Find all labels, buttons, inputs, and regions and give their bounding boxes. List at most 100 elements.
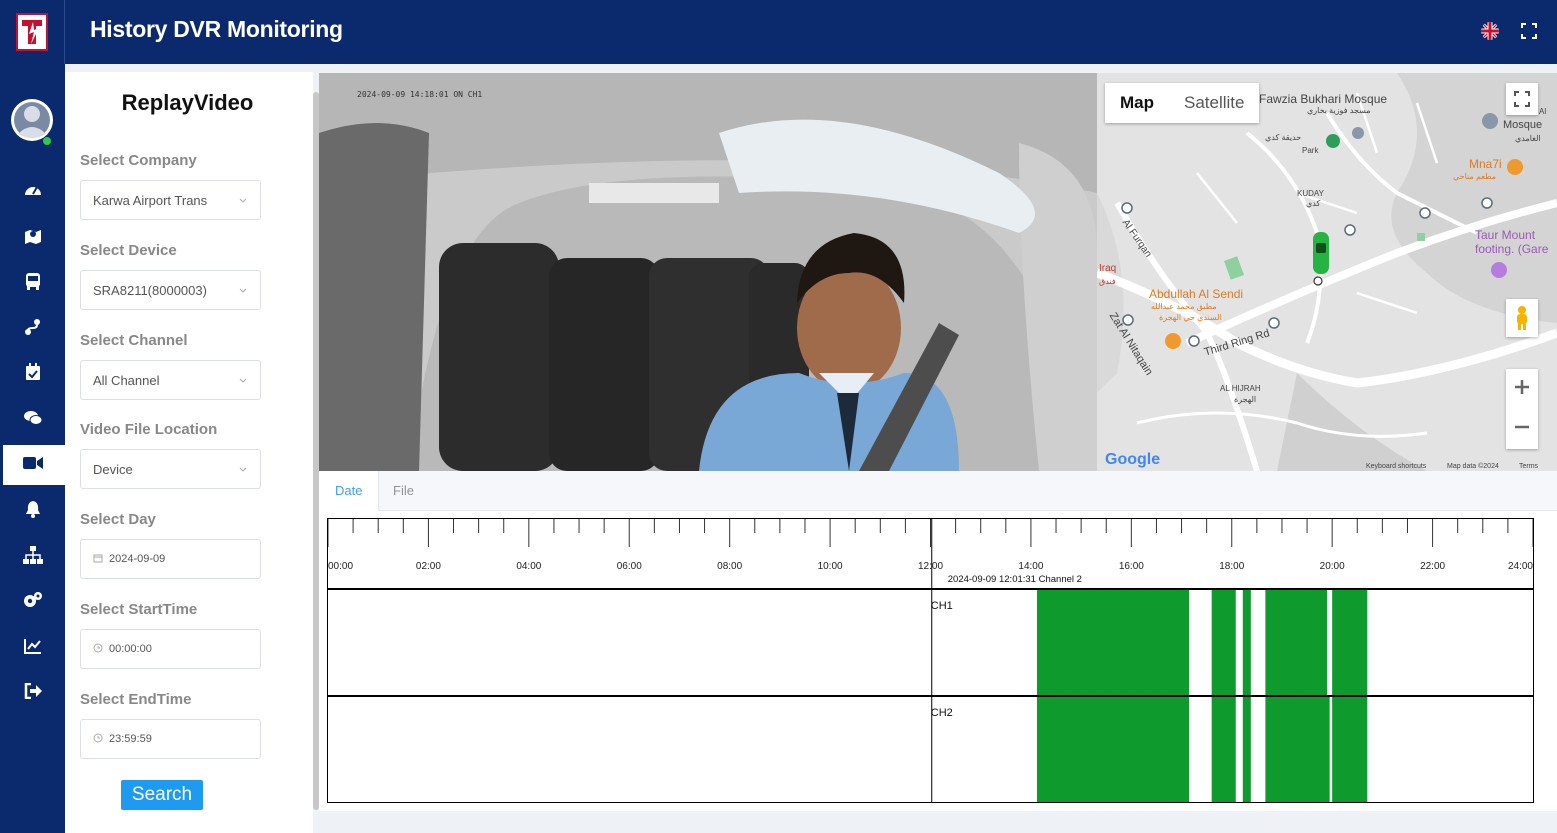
company-label: Select Company [80,152,197,169]
recording-segment-ch2 [1242,697,1251,802]
start-time-picker[interactable]: 00:00:00 [80,629,261,669]
sidebar-item-routes[interactable] [0,309,65,349]
sidebar-item-vehicles[interactable] [0,263,65,303]
timeline-tick-label: 08:00 [717,561,742,572]
map-label-abdullah-ar-2: السندي حي الهجرة [1159,313,1222,322]
recording-segment-ch2 [1211,697,1236,802]
timeline-tabs: Date File [319,471,1557,511]
uk-flag-icon[interactable] [1481,22,1499,40]
map-zoom-controls [1506,369,1538,449]
replay-filter-panel: ReplayVideo Select Company Karwa Airport… [65,72,313,833]
map-type-toggle: Map Satellite [1105,83,1260,123]
recording-segment-ch2 [1332,697,1368,802]
location-value: Device [93,461,133,477]
cogs-icon [23,591,43,614]
timeline-tick-label: 24:00 [1508,561,1533,572]
clock-icon [93,733,103,746]
chevron-down-icon [238,284,248,299]
map-label-mosque-right-2: Mosque [1503,119,1543,131]
calendar-icon [93,553,103,566]
route-icon [24,318,42,341]
map-label-kuday: KUDAY [1297,189,1324,198]
map-tab-map[interactable]: Map [1105,83,1169,123]
day-label: Select Day [80,511,156,528]
google-logo: Google [1105,451,1161,468]
clock-icon [93,643,103,656]
recording-segment-ch1 [1265,590,1328,695]
end-time-picker[interactable]: 23:59:59 [80,719,261,759]
logo-container[interactable] [0,0,65,64]
company-value: Karwa Airport Trans [93,192,208,208]
street-view-pegman-icon[interactable] [1506,299,1538,337]
timeline-tick-label: 06:00 [617,561,642,572]
calendar-check-icon [25,362,41,386]
map-fullscreen-icon[interactable] [1506,83,1538,115]
recording-segment-ch1 [1242,590,1251,695]
chevron-down-icon [238,194,248,209]
map-label-abdullah: Abdullah Al Sendi [1149,287,1244,301]
timeline-tick-label: 20:00 [1320,561,1345,572]
location-label: Video File Location [80,421,218,438]
bell-icon [25,500,41,523]
map-terms-link[interactable]: Terms [1519,463,1538,470]
tab-date[interactable]: Date [319,471,380,511]
sidebar-item-messages[interactable] [0,400,65,440]
recording-segment-ch2 [1036,697,1190,802]
channel-select[interactable]: All Channel [80,360,261,400]
end-time-label: Select EndTime [80,691,192,708]
map-label-iraq-ar: فندق [1099,277,1116,286]
video-frame [319,73,1097,471]
device-select[interactable]: SRA8211(8000003) [80,270,261,310]
logout-icon [24,682,42,704]
channel-label: Select Channel [80,332,188,349]
recording-segment-ch1 [1036,590,1190,695]
zoom-in-icon[interactable] [1514,379,1530,400]
end-time-value: 23:59:59 [109,733,152,745]
sidebar-item-organization[interactable] [0,537,65,577]
sidebar-item-dashboard[interactable] [0,172,65,212]
sidebar-item-video[interactable] [0,445,65,485]
timeline-tick-label: 00:00 [328,561,353,572]
timeline-tick-label: 04:00 [516,561,541,572]
map-label-iraq: Iraq [1099,263,1117,274]
tab-file[interactable]: File [377,471,430,511]
map-label-taur-1: Taur Mount [1475,228,1536,242]
company-select[interactable]: Karwa Airport Trans [80,180,261,220]
fullscreen-icon[interactable] [1520,22,1538,40]
map-label-mna7i-ar: مطعم مناحي [1453,172,1497,181]
map-keyboard-shortcuts[interactable]: Keyboard shortcuts [1366,463,1426,470]
sidebar-item-reports[interactable] [0,628,65,668]
sitemap-icon [22,545,43,569]
map-view[interactable]: Map Satellite Fawzia Bukhari Mosque مسجد… [1097,73,1557,471]
day-picker[interactable]: 2024-09-09 [80,539,261,579]
zoom-out-icon[interactable] [1514,419,1530,440]
map-label-mna7i: Mna7i [1469,157,1502,171]
avatar[interactable] [10,92,55,148]
timeline-tick-label: 22:00 [1420,561,1445,572]
map-label-hijrah-ar: الهجرة [1234,395,1257,404]
day-value: 2024-09-09 [109,553,166,565]
video-player[interactable]: 2024-09-09 14:18:01 ON CH1 [319,73,1097,471]
timeline-svg: 00:00 02:00 04:00 06:00 08:00 10:00 12:00 14:00… [327,519,1534,802]
map-canvas [1097,73,1557,471]
search-button[interactable]: Search [121,780,203,810]
channel-label-ch1: CH1 [931,600,953,612]
sidebar-item-schedule[interactable] [0,354,65,394]
map-data-credit: Map data ©2024 [1447,463,1499,470]
timeline-tick-label: 16:00 [1119,561,1144,572]
video-timestamp: 2024-09-09 14:18:01 ON CH1 [357,90,483,99]
sidebar-item-map[interactable] [0,218,65,258]
timeline-chart[interactable]: 00:00 02:00 04:00 06:00 08:00 10:00 12:00 14:00… [327,518,1534,803]
sidebar-item-logout[interactable] [0,673,65,713]
timeline-tick-label: 10:00 [818,561,843,572]
map-tab-satellite[interactable]: Satellite [1169,83,1259,123]
recording-segment-ch1 [1211,590,1236,695]
sidebar-item-settings[interactable] [0,582,65,622]
device-label: Select Device [80,242,177,259]
sidebar-item-alerts[interactable] [0,491,65,531]
page-title: History DVR Monitoring [90,16,343,42]
channel-label-ch2: CH2 [931,707,953,719]
bus-icon [25,272,41,295]
map-icon [24,227,42,250]
location-select[interactable]: Device [80,449,261,489]
